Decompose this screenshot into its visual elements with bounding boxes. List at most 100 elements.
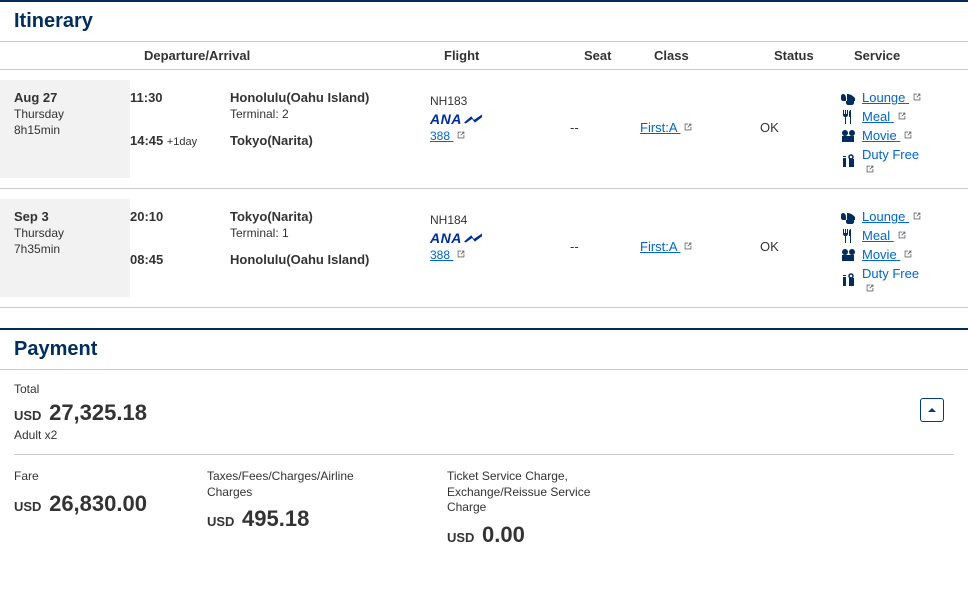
segment-date: Aug 27 [14,90,130,105]
arr-time: 08:45 [130,252,163,267]
service-charge-label: Ticket Service Charge, Exchange/Reissue … [447,469,627,516]
external-link-icon [897,111,907,121]
dep-time: 20:10 [130,209,230,224]
col-service: Service [854,48,968,63]
seat-cell: -- [570,80,640,135]
total-label: Total [14,382,954,396]
duty-free-icon [840,154,856,168]
movie-icon [840,129,856,143]
lounge-link[interactable]: Lounge [862,209,922,224]
ana-swoosh-icon [464,114,482,124]
segment-dow: Thursday [14,107,130,121]
meal-link[interactable]: Meal [862,109,907,124]
service-charge-amount: 0.00 [482,522,525,547]
arr-location: Tokyo(Narita) [230,133,430,148]
meal-icon [840,110,856,124]
payment-header: Payment [0,328,968,370]
external-link-icon [456,130,466,140]
itinerary-column-headers: Departure/Arrival Flight Seat Class Stat… [0,42,968,70]
ana-logo-text: ANA [430,111,462,127]
col-status: Status [774,48,854,63]
duty-free-icon [840,273,856,287]
fare-amount: 26,830.00 [49,491,147,516]
flight-number: NH183 [430,94,570,108]
itinerary-title: Itinerary [14,10,968,33]
total-price: USD 27,325.18 [14,400,954,426]
duty-free-link[interactable]: Duty Free [862,266,919,293]
flight-number: NH184 [430,213,570,227]
seat-cell: -- [570,199,640,254]
segment-date-cell: Sep 3 Thursday 7h35min [0,199,130,297]
external-link-icon [912,92,922,102]
segment-date: Sep 3 [14,209,130,224]
class-link[interactable]: First:A [640,239,693,254]
service-cell: Lounge Meal Movie Duty Free [840,199,968,297]
segment-duration: 7h35min [14,242,130,256]
segment-date-cell: Aug 27 Thursday 8h15min [0,80,130,178]
segment-row: Sep 3 Thursday 7h35min 20:10 08:45 Tokyo… [0,189,968,308]
status-cell: OK [760,199,840,254]
col-class: Class [654,48,774,63]
external-link-icon [683,241,693,251]
segment-times: 11:30 14:45 +1day [130,80,230,148]
segment-locations: Honolulu(Oahu Island) Terminal: 2 Tokyo(… [230,80,430,148]
taxes-price: USD 495.18 [207,506,387,532]
currency: USD [447,530,474,545]
external-link-icon [903,249,913,259]
currency: USD [207,514,234,529]
external-link-icon [865,164,875,174]
class-link[interactable]: First:A [640,120,693,135]
external-link-icon [683,122,693,132]
segment-locations: Tokyo(Narita) Terminal: 1 Honolulu(Oahu … [230,199,430,267]
class-cell: First:A [640,80,760,135]
col-seat: Seat [584,48,654,63]
lounge-icon [840,91,856,105]
class-cell: First:A [640,199,760,254]
payment-title: Payment [14,338,968,361]
flight-cell: NH183 ANA 388 [430,80,570,143]
duty-free-link[interactable]: Duty Free [862,147,919,174]
aircraft-link[interactable]: 388 [430,129,466,143]
ana-logo: ANA [430,111,570,127]
external-link-icon [903,130,913,140]
external-link-icon [865,283,875,293]
collapse-toggle-button[interactable] [920,398,944,422]
external-link-icon [456,249,466,259]
movie-link[interactable]: Movie [862,247,913,262]
dep-terminal: Terminal: 1 [230,226,430,240]
taxes-label: Taxes/Fees/Charges/Airline Charges [207,469,387,500]
lounge-link[interactable]: Lounge [862,90,922,105]
segment-row: Aug 27 Thursday 8h15min 11:30 14:45 +1da… [0,70,968,189]
col-dep-arr: Departure/Arrival [144,48,444,63]
ana-logo: ANA [430,230,570,246]
fare-price: USD 26,830.00 [14,491,147,517]
pax-count: Adult x2 [14,428,954,442]
segment-dow: Thursday [14,226,130,240]
arr-plus-day: +1day [167,136,197,148]
segment-times: 20:10 08:45 [130,199,230,267]
movie-link[interactable]: Movie [862,128,913,143]
meal-icon [840,229,856,243]
external-link-icon [912,211,922,221]
currency: USD [14,408,41,423]
total-amount: 27,325.18 [49,400,147,425]
currency: USD [14,499,41,514]
service-cell: Lounge Meal Movie Duty Free [840,80,968,178]
dep-time: 11:30 [130,90,230,105]
dep-terminal: Terminal: 2 [230,107,430,121]
arr-time: 14:45 [130,133,163,148]
aircraft-link[interactable]: 388 [430,248,466,262]
itinerary-header: Itinerary [0,0,968,42]
movie-icon [840,248,856,262]
meal-link[interactable]: Meal [862,228,907,243]
segment-duration: 8h15min [14,123,130,137]
lounge-icon [840,210,856,224]
ana-swoosh-icon [464,233,482,243]
arr-location: Honolulu(Oahu Island) [230,252,430,267]
col-flight: Flight [444,48,584,63]
taxes-amount: 495.18 [242,506,309,531]
external-link-icon [897,230,907,240]
fare-label: Fare [14,469,147,485]
dep-location: Honolulu(Oahu Island) [230,90,430,105]
dep-location: Tokyo(Narita) [230,209,430,224]
